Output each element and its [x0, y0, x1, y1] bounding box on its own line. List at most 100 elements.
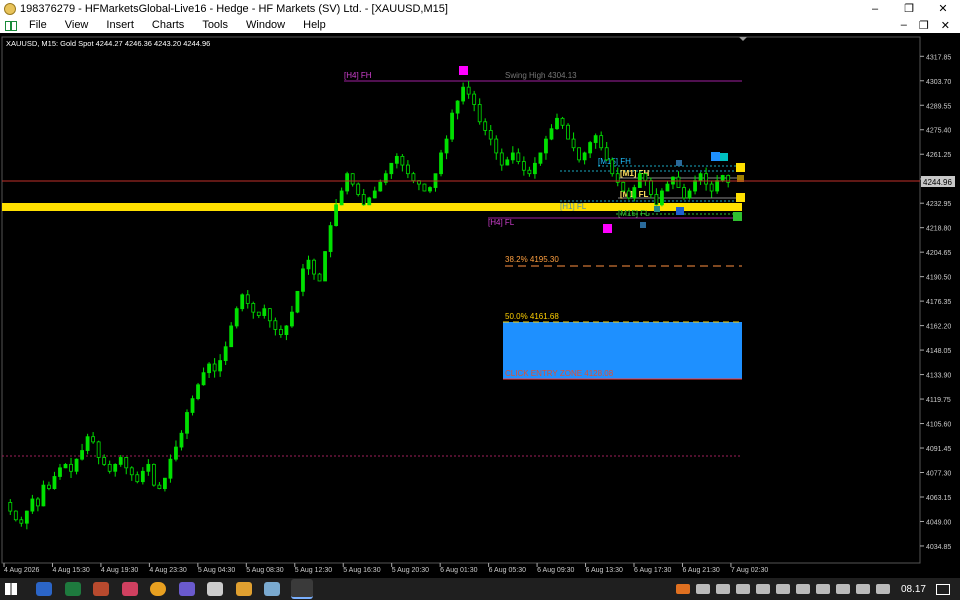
m15-fh-label: [M15] FH [598, 157, 631, 166]
candle-body [527, 169, 532, 175]
candle-body [499, 152, 504, 166]
candle-body [643, 173, 648, 182]
candle-body [422, 183, 427, 192]
candle-body [494, 138, 499, 154]
menu-view[interactable]: View [56, 19, 98, 31]
candle-body [229, 325, 234, 348]
candle-body [273, 320, 278, 330]
tray-icon-10[interactable] [855, 584, 870, 594]
x-tick-label: 6 Aug 09:30 [537, 567, 574, 574]
swing-high-label: Swing High 4304.13 [505, 71, 577, 80]
candle-body [24, 510, 29, 524]
candle-body [709, 183, 714, 192]
tray-icon-5[interactable] [755, 584, 770, 594]
candle-body [367, 197, 372, 206]
x-tick-label: 5 Aug 20:30 [392, 567, 429, 574]
tray-icon-2[interactable] [695, 584, 710, 594]
chart-shift-icon[interactable] [739, 37, 747, 41]
candle-body [505, 159, 510, 166]
candle-body [339, 190, 344, 206]
taskbar-clock[interactable]: 08.17 [901, 584, 926, 595]
notification-icon[interactable] [936, 583, 950, 595]
terminal-menu-icon[interactable] [4, 19, 18, 31]
tray-icon-6[interactable] [775, 584, 790, 594]
candle-body [163, 477, 167, 489]
candle-body [146, 463, 151, 472]
chart-frame [1, 36, 921, 564]
app-icon-9[interactable] [264, 582, 280, 596]
candle-body [378, 181, 383, 192]
candle-body [234, 308, 239, 327]
candle-body [665, 183, 670, 192]
app-icon-7[interactable] [207, 582, 223, 596]
app-icon-6[interactable] [178, 582, 195, 596]
candle-body [267, 308, 272, 322]
candle-body [538, 152, 543, 164]
menu-tools[interactable]: Tools [193, 19, 237, 31]
tray-icon-9[interactable] [835, 584, 850, 594]
app-icon-3[interactable] [93, 582, 109, 596]
file-explorer-icon[interactable] [36, 582, 52, 596]
metatrader-taskbar-icon[interactable] [290, 579, 313, 599]
excel-icon[interactable] [64, 582, 81, 596]
menu-insert[interactable]: Insert [97, 19, 143, 31]
cloud-icon[interactable] [675, 584, 690, 594]
candle-body [262, 308, 267, 316]
candle-body [91, 436, 96, 443]
candle-body [295, 290, 300, 313]
y-tick-label: 4204.65 [926, 250, 951, 257]
tray-icon-3[interactable] [715, 584, 730, 594]
candle-body [207, 363, 211, 374]
y-tick-label: 4261.25 [926, 152, 951, 159]
candle-body [698, 173, 703, 182]
window-title: 198376279 - HFMarketsGlobal-Live16 - Hed… [20, 2, 448, 15]
app-icon-8[interactable] [235, 582, 252, 596]
minimize-button[interactable]: – [858, 0, 892, 17]
menu-help[interactable]: Help [294, 19, 335, 31]
candle-body [461, 86, 466, 102]
tf-marker-green [733, 212, 742, 221]
entry-zone-label: CLICK ENTRY ZONE 4128.08 [505, 369, 614, 378]
y-tick-label: 4105.60 [926, 422, 951, 429]
tray-icon-8[interactable] [815, 584, 830, 594]
candle-body [466, 86, 471, 95]
candle-body [212, 363, 217, 372]
y-tick-label: 4232.95 [926, 201, 951, 208]
candle-body [593, 135, 598, 143]
menu-file[interactable]: File [20, 19, 56, 31]
menu-window[interactable]: Window [237, 19, 294, 31]
y-tick-label: 4034.85 [926, 544, 951, 551]
candle-body [400, 155, 405, 166]
candle-body [693, 180, 697, 192]
x-tick-label: 6 Aug 05:30 [489, 567, 526, 574]
candle-body [58, 467, 62, 477]
candle-body [290, 311, 294, 327]
candle-body [720, 175, 725, 182]
candle-body [682, 187, 686, 199]
app-icon-4[interactable] [121, 582, 138, 596]
chart-canvas[interactable]: [H4] FH Swing High 4304.13 [H4] FL 38.2%… [0, 33, 960, 578]
maximize-button[interactable]: ❐ [892, 0, 926, 17]
candle-body [135, 474, 140, 483]
candle-body [345, 173, 350, 192]
tray-icon-7[interactable] [795, 584, 810, 594]
close-button[interactable]: ✕ [926, 0, 960, 17]
chrome-icon[interactable] [150, 582, 166, 596]
menu-charts[interactable]: Charts [143, 19, 193, 31]
tray-icon-4[interactable] [735, 584, 750, 594]
candle-body [411, 173, 416, 182]
child-close-button[interactable]: ✕ [935, 19, 956, 32]
current-price-text: 4244.96 [923, 178, 952, 187]
y-tick-label: 4133.90 [926, 373, 951, 380]
y-tick-label: 4275.40 [926, 128, 951, 135]
child-restore-button[interactable]: ❐ [913, 19, 935, 32]
candle-body [157, 484, 162, 489]
price-chart[interactable]: [H4] FH Swing High 4304.13 [H4] FL 38.2%… [0, 33, 960, 578]
tf-marker-blue [711, 152, 720, 161]
candle-body [660, 190, 664, 206]
start-icon[interactable] [0, 578, 22, 600]
candle-body [223, 346, 228, 361]
tray-icon-11[interactable] [875, 584, 890, 594]
candle-body [185, 412, 189, 434]
child-minimize-button[interactable]: – [895, 19, 913, 31]
